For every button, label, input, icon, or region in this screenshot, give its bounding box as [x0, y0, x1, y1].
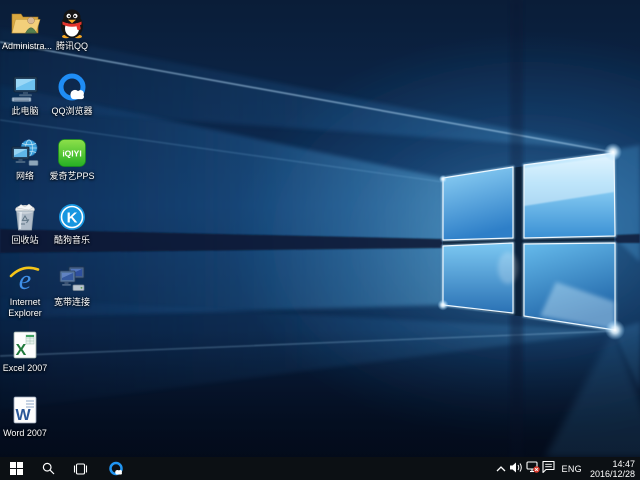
network-icon	[8, 136, 42, 170]
desktop-icon-word-2007[interactable]: W Word 2007	[2, 393, 48, 439]
desktop-icon-recycle-bin[interactable]: 回收站	[2, 200, 48, 246]
desktop-icon-qq-browser[interactable]: QQ浏览器	[49, 71, 95, 117]
iqiyi-pps-icon: iQIYI	[55, 136, 89, 170]
desktop-icon-label: Word 2007	[2, 428, 48, 439]
desktop-icon-this-pc[interactable]: 此电脑	[2, 71, 48, 117]
kugou-music-icon: K	[55, 200, 89, 234]
system-tray: ENG 14:47 2016/12/28	[493, 457, 640, 480]
qq-browser-icon	[108, 461, 124, 477]
excel-2007-icon: X	[8, 328, 42, 362]
desktop-icon-tencent-qq[interactable]: 腾讯QQ	[49, 6, 95, 52]
taskbar-qq-browser-button[interactable]	[102, 457, 130, 480]
svg-text:K: K	[67, 210, 78, 227]
this-pc-icon	[8, 71, 42, 105]
desktop-icon-label: 宽带连接	[49, 297, 95, 308]
desktop-icon-excel-2007[interactable]: X Excel 2007	[2, 328, 48, 374]
desktop-icon-label: QQ浏览器	[49, 106, 95, 117]
broadband-connection-icon	[55, 262, 89, 296]
desktop: Administra... 此电脑	[0, 0, 640, 457]
taskbar-clock[interactable]: 14:47 2016/12/28	[587, 459, 640, 479]
clock-time: 14:47	[590, 459, 635, 469]
desktop-icon-administrator[interactable]: Administra...	[2, 6, 48, 52]
desktop-icon-network[interactable]: 网络	[2, 136, 48, 182]
desktop-icon-label: 回收站	[2, 235, 48, 246]
desktop-icon-label: 爱奇艺PPS	[49, 171, 95, 182]
desktop-icon-broadband-connection[interactable]: 宽带连接	[49, 262, 95, 308]
chevron-up-icon	[496, 460, 506, 478]
language-indicator[interactable]: ENG	[557, 464, 587, 474]
desktop-icon-label: 酷狗音乐	[49, 235, 95, 246]
word-2007-icon: W	[8, 393, 42, 427]
tencent-qq-icon	[55, 6, 89, 40]
taskbar: ENG 14:47 2016/12/28	[0, 457, 640, 480]
svg-text:W: W	[15, 407, 31, 424]
tray-network-button[interactable]	[525, 457, 541, 480]
desktop-icon-label: 此电脑	[2, 106, 48, 117]
tray-chevron-button[interactable]	[493, 457, 509, 480]
action-center-icon	[542, 460, 555, 478]
desktop-icon-label: Excel 2007	[2, 363, 48, 374]
task-view-button[interactable]	[66, 457, 94, 480]
svg-text:iQIYI: iQIYI	[62, 149, 81, 159]
volume-icon	[510, 460, 523, 478]
wallpaper-windows-hero	[0, 0, 640, 457]
recycle-bin-icon	[8, 200, 42, 234]
administrator-folder-icon	[8, 6, 42, 40]
svg-text:X: X	[16, 342, 27, 359]
task-view-icon	[73, 463, 88, 475]
search-button[interactable]	[34, 457, 62, 480]
action-center-button[interactable]	[541, 457, 557, 480]
network-disconnected-icon	[526, 460, 540, 478]
desktop-icon-label: Administra...	[2, 41, 48, 52]
clock-date: 2016/12/28	[590, 469, 635, 479]
internet-explorer-icon: e	[8, 262, 42, 296]
desktop-icon-kugou-music[interactable]: K 酷狗音乐	[49, 200, 95, 246]
desktop-icon-label: 腾讯QQ	[49, 41, 95, 52]
windows-logo-icon	[10, 462, 23, 475]
search-icon	[42, 462, 55, 475]
desktop-icon-label: Internet Explorer	[2, 297, 48, 319]
desktop-icon-label: 网络	[2, 171, 48, 182]
desktop-icon-internet-explorer[interactable]: e Internet Explorer	[2, 262, 48, 319]
qq-browser-icon	[55, 71, 89, 105]
tray-volume-button[interactable]	[509, 457, 525, 480]
desktop-icon-iqiyi-pps[interactable]: iQIYI 爱奇艺PPS	[49, 136, 95, 182]
start-button[interactable]	[2, 457, 30, 480]
